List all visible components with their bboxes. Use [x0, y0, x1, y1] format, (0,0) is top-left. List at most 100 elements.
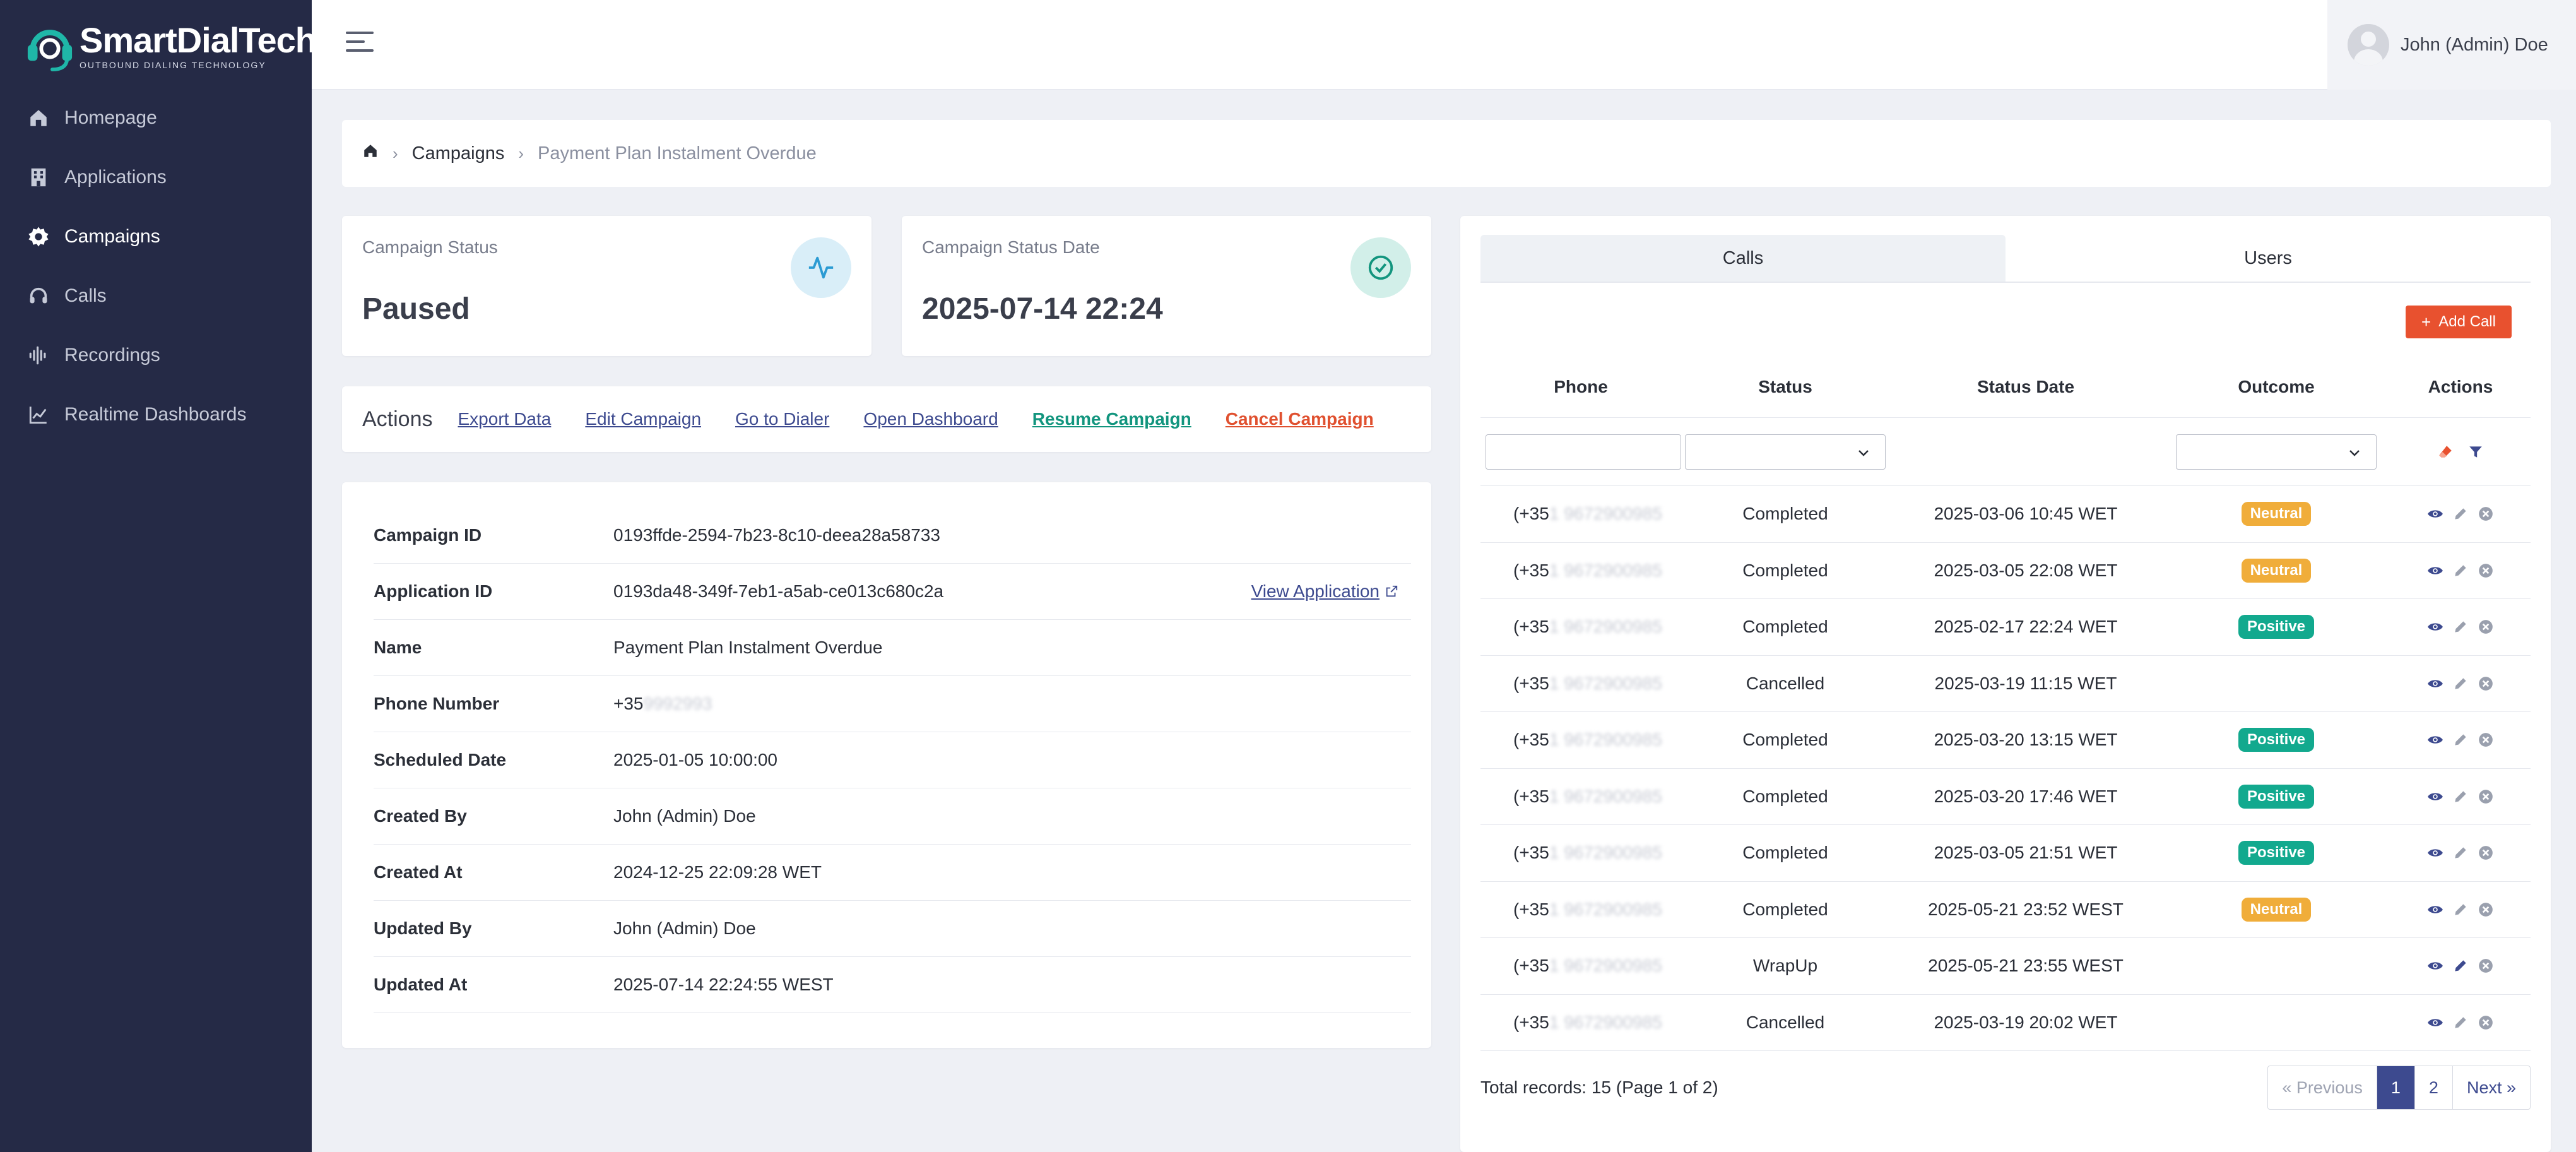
table-row[interactable]: (+351 9672900985 Completed 2025-03-05 22:0… [1480, 543, 2531, 599]
view-application-link[interactable]: View Application [1251, 581, 1398, 602]
campaign-status-value: Paused [362, 292, 470, 326]
table-row[interactable]: (+351 9672900985 Cancelled 2025-03-19 11:1… [1480, 656, 2531, 712]
user-menu[interactable]: John (Admin) Doe [2327, 0, 2576, 90]
breadcrumb-campaigns[interactable]: Campaigns [412, 143, 505, 164]
edit-icon[interactable] [2452, 845, 2469, 861]
status-filter-select[interactable] [1685, 434, 1886, 470]
outcome-filter-select[interactable] [2176, 434, 2377, 470]
edit-icon[interactable] [2452, 675, 2469, 692]
close-icon[interactable] [2478, 788, 2494, 805]
view-icon[interactable] [2427, 675, 2443, 692]
sidebar-nav: Homepage Applications Campaigns Calls Re… [0, 88, 312, 444]
sidebar-item-campaigns[interactable]: Campaigns [0, 207, 312, 266]
updated-by-value: John (Admin) Doe [613, 918, 756, 938]
phone-prefix: (+35 [1513, 899, 1549, 919]
add-call-label: Add Call [2438, 313, 2496, 330]
detail-row: Phone Number +359992993 [374, 676, 1411, 732]
close-icon[interactable] [2478, 845, 2494, 861]
close-icon[interactable] [2478, 901, 2494, 918]
edit-icon[interactable] [2452, 619, 2469, 635]
close-icon[interactable] [2478, 506, 2494, 522]
view-icon[interactable] [2427, 619, 2443, 635]
edit-icon[interactable] [2452, 562, 2469, 579]
status-date-cell: 2025-03-05 22:08 WET [1934, 560, 2118, 580]
status-date-cell: 2025-03-06 10:45 WET [1934, 504, 2118, 524]
table-row[interactable]: (+351 9672900985 Cancelled 2025-03-19 20:0… [1480, 995, 2531, 1051]
view-icon[interactable] [2427, 732, 2443, 748]
chevron-right-icon: › [393, 143, 398, 163]
tab-calls[interactable]: Calls [1480, 235, 2006, 283]
go-to-dialer-link[interactable]: Go to Dialer [735, 409, 829, 429]
brand-logo[interactable]: SmartDialTech OUTBOUND DIALING TECHNOLOG… [25, 19, 317, 73]
sidebar-item-applications[interactable]: Applications [0, 148, 312, 207]
close-icon[interactable] [2478, 1014, 2494, 1031]
table-row[interactable]: (+351 9672900985 Completed 2025-03-20 13:1… [1480, 712, 2531, 769]
edit-icon[interactable] [2452, 732, 2469, 748]
close-icon[interactable] [2478, 732, 2494, 748]
sidebar-item-realtime-dashboards[interactable]: Realtime Dashboards [0, 385, 312, 444]
close-icon[interactable] [2478, 675, 2494, 692]
edit-campaign-link[interactable]: Edit Campaign [585, 409, 701, 429]
detail-label: Created By [374, 806, 467, 826]
status-date-cell: 2025-03-20 17:46 WET [1934, 786, 2118, 806]
top-bar: John (Admin) Doe [312, 0, 2576, 90]
table-row[interactable]: (+351 9672900985 Completed 2025-03-20 17:4… [1480, 769, 2531, 825]
phone-masked: 1 9672900985 [1549, 730, 1662, 750]
table-row[interactable]: (+351 9672900985 Completed 2025-02-17 22:2… [1480, 599, 2531, 656]
column-phone[interactable]: Phone [1480, 377, 1681, 397]
detail-label: Scheduled Date [374, 750, 507, 769]
phone-masked: 1 9672900985 [1549, 1012, 1662, 1032]
view-icon[interactable] [2427, 788, 2443, 805]
resume-campaign-link[interactable]: Resume Campaign [1032, 409, 1191, 429]
breadcrumb: › Campaigns › Payment Plan Instalment Ov… [342, 120, 2551, 187]
application-id-value: 0193da48-349f-7eb1-a5ab-ce013c680c2a [613, 581, 944, 601]
sidebar-item-recordings[interactable]: Recordings [0, 326, 312, 385]
column-status-date[interactable]: Status Date [1889, 377, 2162, 397]
home-icon[interactable] [362, 143, 379, 164]
table-row[interactable]: (+351 9672900985 WrapUp 2025-05-21 23:55 W… [1480, 938, 2531, 995]
add-call-button[interactable]: + Add Call [2406, 306, 2512, 338]
view-icon[interactable] [2427, 845, 2443, 861]
view-icon[interactable] [2427, 958, 2443, 974]
view-icon[interactable] [2427, 901, 2443, 918]
filter-icon[interactable] [2467, 444, 2484, 460]
phone-filter-input[interactable] [1486, 434, 1681, 470]
edit-icon[interactable] [2452, 901, 2469, 918]
edit-icon[interactable] [2452, 788, 2469, 805]
export-data-link[interactable]: Export Data [458, 409, 552, 429]
next-page-button[interactable]: Next » [2452, 1066, 2530, 1109]
page-1-button[interactable]: 1 [2376, 1066, 2414, 1109]
edit-icon[interactable] [2452, 506, 2469, 522]
status-date-cell: 2025-03-19 20:02 WET [1934, 1012, 2118, 1032]
detail-label: Application ID [374, 581, 493, 601]
detail-label: Name [374, 638, 422, 657]
campaign-status-date-value: 2025-07-14 22:24 [922, 292, 1163, 326]
table-row[interactable]: (+351 9672900985 Completed 2025-03-06 10:4… [1480, 486, 2531, 543]
cancel-campaign-link[interactable]: Cancel Campaign [1226, 409, 1374, 429]
menu-toggle-icon[interactable] [346, 32, 374, 57]
view-icon[interactable] [2427, 1014, 2443, 1031]
status-cell: Completed [1742, 617, 1828, 637]
sidebar-item-calls[interactable]: Calls [0, 266, 312, 326]
previous-page-button[interactable]: « Previous [2268, 1066, 2377, 1109]
view-icon[interactable] [2427, 562, 2443, 579]
edit-icon[interactable] [2452, 958, 2469, 974]
column-status[interactable]: Status [1681, 377, 1889, 397]
view-icon[interactable] [2427, 506, 2443, 522]
close-icon[interactable] [2478, 619, 2494, 635]
column-outcome[interactable]: Outcome [2162, 377, 2390, 397]
open-dashboard-link[interactable]: Open Dashboard [863, 409, 998, 429]
edit-icon[interactable] [2452, 1014, 2469, 1031]
eraser-icon[interactable] [2437, 444, 2454, 460]
filter-row [1480, 418, 2531, 486]
table-row[interactable]: (+351 9672900985 Completed 2025-03-05 21:5… [1480, 825, 2531, 882]
status-date-cell: 2025-05-21 23:52 WEST [1928, 899, 2124, 919]
waveform-icon [27, 343, 50, 367]
close-icon[interactable] [2478, 958, 2494, 974]
page-2-button[interactable]: 2 [2414, 1066, 2452, 1109]
close-icon[interactable] [2478, 562, 2494, 579]
table-row[interactable]: (+351 9672900985 Completed 2025-05-21 23:5… [1480, 882, 2531, 938]
tab-users[interactable]: Users [2006, 235, 2531, 283]
sidebar-item-homepage[interactable]: Homepage [0, 88, 312, 148]
row-actions [2390, 958, 2531, 974]
